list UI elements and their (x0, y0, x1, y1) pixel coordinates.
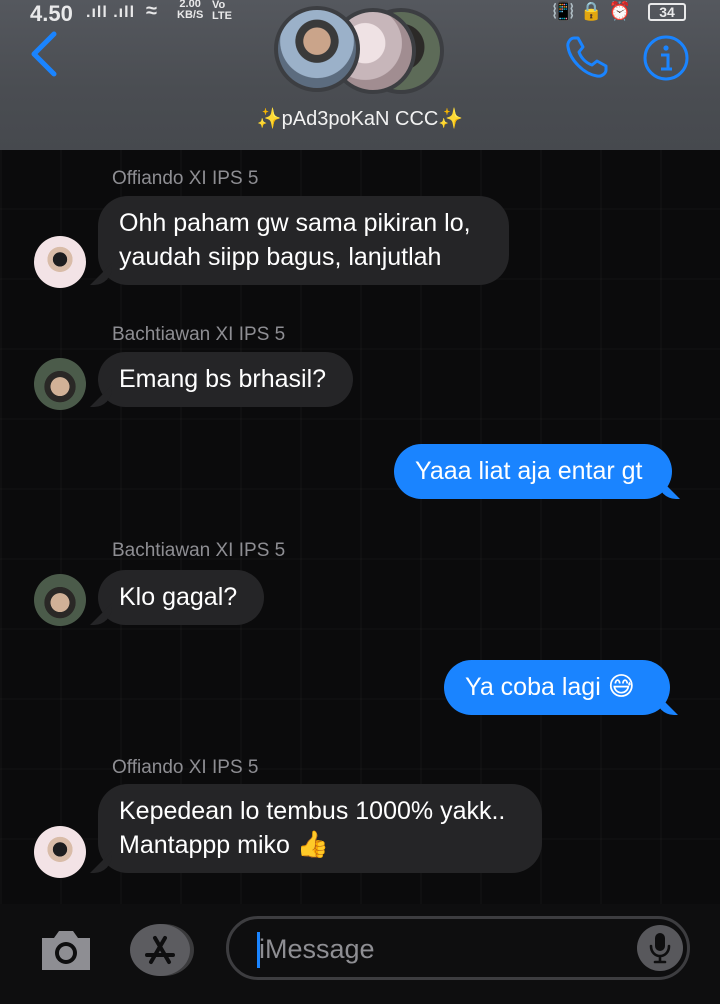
message-input-field[interactable] (226, 916, 690, 980)
sender-name: Bachtiawan XI IPS 5 (112, 540, 286, 561)
message-text: Ohh paham gw sama pikiran lo, (119, 209, 471, 237)
signal-icon: .ıll .ıll (86, 4, 136, 21)
message-text-part: Mantappp miko (119, 831, 290, 859)
message-bubble[interactable]: Kepedean lo tembus 1000% yakk.. Mantappp… (98, 784, 542, 873)
message-text: Ya coba lagi 😅 (465, 670, 648, 704)
message-text: Klo gagal? (119, 583, 238, 611)
message-text: Emang bs brhasil? (119, 365, 327, 393)
message-bubble[interactable]: Yaaa liat aja entar gt (394, 444, 672, 499)
message-text: Kepedean lo tembus 1000% yakk.. (119, 797, 506, 825)
message-bubble[interactable]: Klo gagal? (98, 570, 264, 625)
avatar (274, 6, 360, 92)
message-text-part: Ya coba lagi (465, 673, 601, 701)
sender-name: Offiando XI IPS 5 (112, 757, 259, 778)
message-text: yaudah siipp bagus, lanjutlah (119, 243, 442, 271)
group-avatars[interactable] (274, 6, 444, 96)
camera-icon[interactable] (38, 926, 94, 974)
lte-indicator: Vo LTE (212, 0, 232, 22)
microphone-icon[interactable] (637, 925, 683, 971)
app-store-icon[interactable] (130, 924, 190, 976)
message-input[interactable] (259, 931, 619, 967)
back-chevron-icon[interactable] (26, 30, 66, 78)
conversation-header: 4.50 .ıll .ıll ≈ 2.00 KB/S Vo LTE 📳🔒⏰ 34 ✨… (0, 0, 720, 150)
message-bubble[interactable]: Ya coba lagi 😅 (444, 660, 670, 715)
message-bubble[interactable]: Emang bs brhasil? (98, 352, 353, 407)
message-text: Yaaa liat aja entar gt (415, 457, 643, 485)
network-speed: 2.00 KB/S (177, 0, 204, 21)
group-name[interactable]: ✨pAd3poKaN CCC✨ (0, 106, 720, 131)
avatar[interactable] (34, 574, 86, 626)
status-icons: 📳🔒⏰ (552, 1, 638, 21)
sender-name: Bachtiawan XI IPS 5 (112, 324, 286, 345)
sender-name: Offiando XI IPS 5 (112, 168, 259, 189)
wifi-icon: ≈ (146, 0, 157, 22)
message-bubble[interactable]: Ohh paham gw sama pikiran lo, yaudah sii… (98, 196, 509, 285)
avatar[interactable] (34, 826, 86, 878)
avatar[interactable] (34, 358, 86, 410)
avatar[interactable] (34, 236, 86, 288)
phone-icon[interactable] (562, 32, 612, 82)
battery-icon: 34 (648, 3, 686, 21)
thumbs-up-emoji: 👍 (296, 830, 330, 860)
status-time: 4.50 (30, 1, 73, 26)
info-icon[interactable] (642, 34, 690, 82)
message-text: Mantappp miko 👍 (119, 828, 520, 862)
sweat-smile-emoji: 😅 (607, 672, 635, 702)
